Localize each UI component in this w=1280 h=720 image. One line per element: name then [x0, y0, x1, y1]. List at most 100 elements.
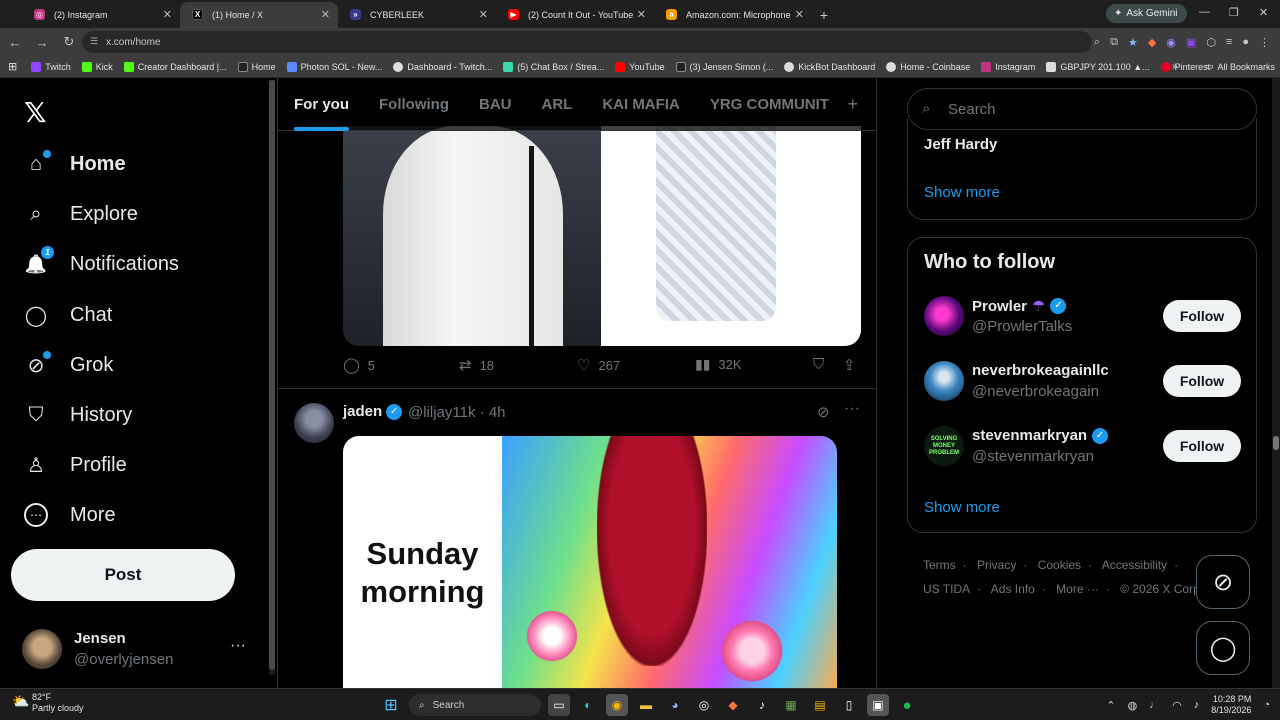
zoom-icon[interactable]: ⌕ — [1094, 36, 1100, 49]
back-arrow-icon[interactable]: ← — [3, 35, 27, 50]
task-view-icon[interactable]: ▭ — [548, 694, 570, 716]
discord-icon[interactable]: ◕ — [664, 694, 686, 716]
chrome-icon[interactable]: ◉ — [606, 694, 628, 716]
windows-start-icon[interactable]: ⊞ — [380, 694, 402, 716]
share-icon[interactable]: ⇪ — [843, 356, 856, 374]
close-icon[interactable]: ✕ — [321, 8, 330, 21]
network-icon[interactable]: ◍ — [1128, 699, 1138, 712]
window-close-icon[interactable]: ✕ — [1259, 6, 1268, 19]
footer-link[interactable]: Terms — [923, 558, 956, 572]
post-button[interactable]: Post — [11, 549, 235, 601]
apps-grid-icon[interactable]: ⊞ — [8, 60, 17, 73]
close-icon[interactable]: ✕ — [163, 8, 172, 21]
all-bookmarks[interactable]: ▭ All Bookmarks — [1205, 61, 1275, 72]
bookmark-item[interactable]: Home — [237, 61, 276, 72]
suggestion-handle[interactable]: @neverbrokeagain — [972, 383, 1099, 400]
photo-man-at-podium[interactable] — [343, 126, 601, 346]
scrollbar-thumb[interactable] — [1273, 436, 1279, 450]
suggestion-name[interactable]: Prowler ☂ ✓ — [972, 297, 1067, 315]
account-switcher[interactable]: Jensen @overlyjensen ··· — [22, 629, 252, 671]
repost-button[interactable]: ⇄ 18 — [459, 356, 494, 374]
footer-link[interactable]: Accessibility — [1102, 558, 1167, 572]
tab-for-you[interactable]: For you — [294, 78, 349, 131]
bookmark-item[interactable]: Creator Dashboard |... — [123, 61, 227, 72]
follow-suggestion[interactable]: SOLVING MONEY PROBLEM stevenmarkryan ✓ @ste… — [924, 426, 1244, 470]
spotify-icon[interactable]: ● — [896, 694, 918, 716]
show-more-link[interactable]: Show more — [924, 499, 1000, 516]
tab-x-home[interactable]: X (1) Home / X ✕ — [180, 2, 338, 28]
tab-instagram[interactable]: ◎ (2) Instagram ✕ — [22, 2, 180, 28]
weather-widget[interactable]: ⛅ 82°F Partly cloudy — [12, 692, 84, 714]
reload-icon[interactable]: ↻ — [57, 34, 81, 50]
tab-yrg-community[interactable]: YRG COMMUNIT — [710, 78, 829, 131]
follow-suggestion[interactable]: neverbrokeagainllc @neverbrokeagain Foll… — [924, 361, 1244, 405]
sidebar-scrollbar[interactable] — [269, 80, 275, 675]
avatar[interactable] — [294, 403, 334, 443]
suggestion-handle[interactable]: @ProwlerTalks — [972, 318, 1072, 335]
like-button[interactable]: ♡ 267 — [577, 356, 620, 374]
extension-twitch-icon[interactable]: ▣ — [1186, 36, 1196, 49]
follow-button[interactable]: Follow — [1163, 430, 1241, 462]
install-app-icon[interactable]: ⧉ — [1110, 36, 1118, 49]
tweet-author[interactable]: jaden ✓ — [343, 403, 403, 420]
notification-bell-icon[interactable]: ◔ — [1263, 699, 1270, 711]
taskbar-search[interactable]: ⌕ Search — [409, 694, 541, 716]
chat-fab-button[interactable]: ◯ — [1196, 621, 1250, 675]
tab-cyberleek[interactable]: » CYBERLEEK ✕ — [338, 2, 496, 28]
media-controls-icon[interactable]: ≡ — [1226, 36, 1232, 48]
sidebar-item-chat[interactable]: ◯ Chat — [24, 300, 112, 330]
extensions-puzzle-icon[interactable]: ⬡ — [1206, 36, 1216, 49]
search-input[interactable]: ⌕ Search — [907, 88, 1257, 130]
address-bar[interactable]: ☰ x.com/home — [82, 31, 1092, 53]
app-icon[interactable]: ▣ — [867, 694, 889, 716]
add-tab-icon[interactable]: + — [847, 94, 858, 115]
show-more-link[interactable]: Show more — [924, 184, 1000, 201]
sidebar-item-notifications[interactable]: 🔔 1 Notifications — [24, 246, 179, 279]
photo-diamond-watch[interactable] — [601, 126, 861, 346]
sidebar-item-more[interactable]: ⋯ More — [24, 500, 116, 530]
bookmark-item[interactable]: Home - Coinbase — [886, 61, 970, 72]
tweet-time[interactable]: · 4h — [480, 404, 506, 421]
bookmark-item[interactable]: Twitch — [31, 61, 71, 72]
forward-arrow-icon[interactable]: → — [30, 35, 54, 50]
bookmark-item[interactable]: Photon SOL - New... — [286, 61, 382, 72]
close-icon[interactable]: ✕ — [479, 8, 488, 21]
site-info-icon[interactable]: ☰ — [90, 36, 98, 47]
chevron-up-icon[interactable]: ⌃ — [1106, 699, 1115, 712]
brave-icon[interactable]: ◆ — [722, 694, 744, 716]
sidebar-item-home[interactable]: ⌂ Home — [24, 149, 126, 179]
suggestion-handle[interactable]: @stevenmarkryan — [972, 448, 1094, 465]
bookmark-item[interactable]: Pinterest — [1160, 61, 1210, 72]
extension-icon[interactable]: ◉ — [1166, 36, 1176, 49]
avatar[interactable] — [924, 296, 964, 336]
store-icon[interactable]: ▤ — [809, 694, 831, 716]
bookmark-item[interactable]: YouTube — [615, 61, 665, 72]
footer-link[interactable]: More ··· — [1056, 582, 1099, 596]
sidebar-item-grok[interactable]: ⊘ Grok — [24, 350, 113, 380]
bookmark-icon[interactable]: ⛉ — [813, 356, 824, 373]
author-handle[interactable]: @liljay11k — [408, 404, 475, 421]
extension-brave-icon[interactable]: ◆ — [1148, 36, 1156, 49]
tab-youtube[interactable]: ▶ (2) Count It Out - YouTube ✕ — [496, 2, 654, 28]
bookmark-item[interactable]: GBPJPY 201.100 ▲... — [1046, 61, 1150, 72]
bookmark-star-icon[interactable]: ★ — [1128, 36, 1138, 49]
ellipsis-icon[interactable]: ··· — [844, 400, 860, 418]
follow-button[interactable]: Follow — [1163, 300, 1241, 332]
close-icon[interactable]: ✕ — [795, 8, 804, 21]
avatar[interactable]: SOLVING MONEY PROBLEM — [924, 426, 964, 466]
suggestion-name[interactable]: stevenmarkryan ✓ — [972, 427, 1109, 444]
sidebar-item-explore[interactable]: ⌕ Explore — [24, 199, 137, 229]
scrollbar-thumb[interactable] — [269, 80, 275, 670]
grok-icon[interactable]: ⊘ — [817, 403, 830, 421]
sidebar-item-profile[interactable]: ♙ Profile — [24, 450, 127, 480]
notepad-icon[interactable]: ▯ — [838, 694, 860, 716]
volume-icon[interactable]: ♪ — [1194, 699, 1200, 711]
tweet-media[interactable] — [343, 126, 861, 346]
bookmark-item[interactable]: (5) Chat Box / Strea... — [503, 61, 604, 72]
tweet-media[interactable]: Sunday morning — [343, 436, 837, 688]
footer-link[interactable]: Ads Info — [991, 582, 1035, 596]
tab-following[interactable]: Following — [379, 78, 449, 131]
file-explorer-icon[interactable]: ▬ — [635, 694, 657, 716]
profile-avatar-icon[interactable]: ● — [1242, 36, 1249, 48]
grok-fab-button[interactable]: ⊘ — [1196, 555, 1250, 609]
